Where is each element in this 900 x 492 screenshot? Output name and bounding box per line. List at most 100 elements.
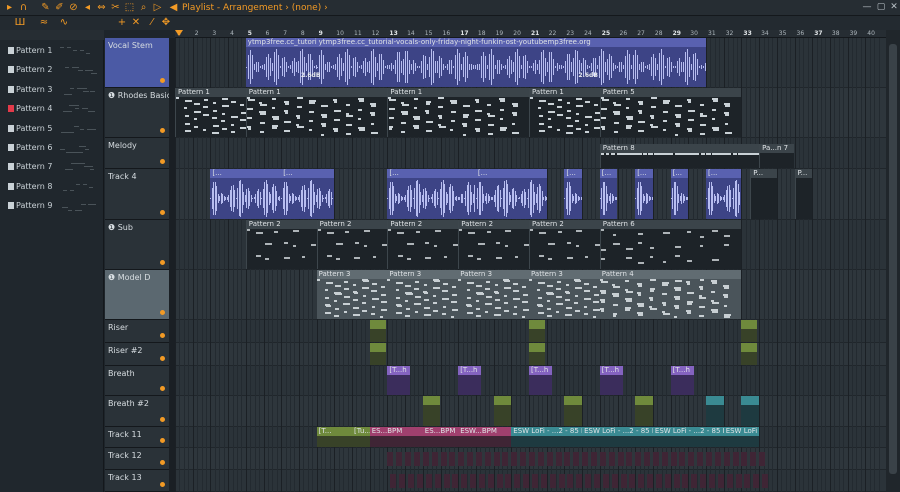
- small-audio-clip[interactable]: [399, 474, 406, 488]
- pattern-clip[interactable]: Pa...n 7: [759, 144, 795, 168]
- small-audio-clip[interactable]: [549, 474, 556, 488]
- pattern-clip[interactable]: Pattern 3: [387, 270, 459, 319]
- pattern-clip[interactable]: Pattern 2: [245, 220, 317, 269]
- audio-clip[interactable]: [...: [564, 169, 583, 219]
- draw-icon[interactable]: ✎: [40, 2, 51, 13]
- arrows-icon[interactable]: ✥: [160, 17, 172, 29]
- track-header[interactable]: Riser #2: [105, 343, 169, 366]
- small-audio-clip[interactable]: [537, 452, 544, 466]
- track-mute-led[interactable]: [160, 386, 165, 391]
- cross-icon[interactable]: ✕: [130, 17, 142, 29]
- audio-clip[interactable]: [...: [281, 169, 335, 219]
- small-audio-clip[interactable]: [493, 452, 500, 466]
- small-audio-clip[interactable]: [511, 452, 518, 466]
- vertical-scroll-thumb[interactable]: [889, 44, 897, 474]
- small-audio-clip[interactable]: [434, 474, 441, 488]
- small-audio-clip[interactable]: [714, 452, 721, 466]
- clip-header[interactable]: [564, 396, 583, 405]
- small-audio-clip[interactable]: [564, 452, 571, 466]
- speaker-icon[interactable]: ◀: [168, 2, 179, 13]
- clip-header[interactable]: [741, 320, 758, 329]
- piano-icon[interactable]: Ш: [14, 17, 26, 29]
- audio-clip[interactable]: [...: [670, 169, 689, 219]
- pattern-selector[interactable]: (none): [292, 3, 321, 13]
- small-audio-clip[interactable]: [723, 452, 730, 466]
- breath-clip[interactable]: [T...h: [458, 366, 482, 395]
- small-audio-clip[interactable]: [709, 474, 715, 488]
- breath2-clip[interactable]: [706, 396, 724, 426]
- small-audio-clip[interactable]: [443, 474, 450, 488]
- small-audio-clip[interactable]: [602, 474, 609, 488]
- track-mute-led[interactable]: [160, 438, 165, 443]
- small-audio-clip[interactable]: [505, 474, 512, 488]
- close-icon[interactable]: ✕: [889, 2, 899, 12]
- small-audio-clip[interactable]: [688, 452, 695, 466]
- track-mute-led[interactable]: [160, 159, 165, 164]
- pattern-clip[interactable]: Pattern 1: [245, 88, 388, 137]
- pattern-clip[interactable]: Pattern 1: [387, 88, 529, 137]
- pattern-clip[interactable]: Pattern 2: [387, 220, 459, 269]
- small-audio-clip[interactable]: [416, 474, 423, 488]
- pattern-clip[interactable]: P...: [750, 169, 777, 219]
- audio-clip[interactable]: [...: [635, 169, 653, 219]
- small-audio-clip[interactable]: [670, 452, 677, 466]
- small-audio-clip[interactable]: [452, 474, 459, 488]
- pattern-clip[interactable]: Pattern 2: [529, 220, 600, 269]
- small-audio-clip[interactable]: [673, 474, 680, 488]
- track-mute-led[interactable]: [160, 417, 165, 422]
- small-audio-clip[interactable]: [475, 452, 482, 466]
- breath2-clip[interactable]: [422, 396, 441, 426]
- track-header[interactable]: Breath: [105, 366, 169, 396]
- small-audio-clip[interactable]: [387, 452, 394, 466]
- track-header[interactable]: ❶ Model D: [105, 270, 169, 320]
- picker-pattern-item[interactable]: Pattern 5: [0, 120, 104, 139]
- small-audio-clip[interactable]: [502, 452, 509, 466]
- magnet-icon[interactable]: ∩: [18, 2, 29, 13]
- dash-icon[interactable]: ⁄: [146, 17, 158, 29]
- audio-clip[interactable]: ES...BPM: [422, 427, 459, 447]
- small-audio-clip[interactable]: [408, 474, 415, 488]
- audio-clip[interactable]: [...: [475, 169, 547, 219]
- track-mute-led[interactable]: [160, 356, 165, 361]
- small-audio-clip[interactable]: [467, 452, 474, 466]
- pattern-clip[interactable]: Pattern 3: [529, 270, 600, 319]
- pattern-clip[interactable]: Pattern 1: [175, 88, 246, 137]
- track-mute-led[interactable]: [160, 210, 165, 215]
- picker-pattern-item[interactable]: Pattern 9: [0, 197, 104, 216]
- small-audio-clip[interactable]: [700, 474, 707, 488]
- audio-clip[interactable]: [...: [706, 169, 742, 219]
- small-audio-clip[interactable]: [655, 474, 662, 488]
- small-audio-clip[interactable]: [529, 452, 535, 466]
- small-audio-clip[interactable]: [396, 452, 403, 466]
- pattern-clip[interactable]: Pattern 5: [599, 88, 742, 137]
- pattern-clip[interactable]: Pattern 3: [316, 270, 388, 319]
- timeline-ruler[interactable]: 1 2 3 4 5 6 7 8 9 10 11 12 13 14 15 16 17 18 19 20 21 22 23 24 2…: [175, 30, 886, 38]
- small-audio-clip[interactable]: [470, 474, 477, 488]
- small-audio-clip[interactable]: [496, 474, 503, 488]
- clip-header[interactable]: [422, 396, 441, 405]
- audio-clip-icon[interactable]: ≈: [38, 17, 50, 29]
- track-header[interactable]: Breath #2: [105, 396, 169, 427]
- clip-header[interactable]: [529, 320, 545, 329]
- small-audio-clip[interactable]: [405, 452, 412, 466]
- small-audio-clip[interactable]: [567, 474, 574, 488]
- minimize-icon[interactable]: —: [862, 2, 872, 12]
- audio-clip[interactable]: [...: [387, 169, 476, 219]
- small-audio-clip[interactable]: [590, 452, 597, 466]
- picker-pattern-item[interactable]: Pattern 3: [0, 81, 104, 100]
- clip-header[interactable]: [369, 320, 386, 329]
- track-mute-led[interactable]: [160, 482, 165, 487]
- picker-pattern-item[interactable]: Pattern 6: [0, 139, 104, 158]
- add-icon[interactable]: +: [116, 17, 128, 29]
- small-audio-clip[interactable]: [682, 474, 689, 488]
- small-audio-clip[interactable]: [652, 452, 659, 466]
- clip-header[interactable]: [706, 396, 724, 405]
- pattern-clip[interactable]: Pattern 2: [458, 220, 529, 269]
- track-header[interactable]: ❶ Sub: [105, 220, 169, 270]
- clip-header[interactable]: [635, 396, 653, 405]
- audio-clip[interactable]: ESW LoFi - ...2 - 85 BPM: [652, 427, 724, 447]
- maximize-icon[interactable]: ▢: [876, 2, 886, 12]
- clip-header[interactable]: [529, 343, 545, 352]
- delete-icon[interactable]: ⊘: [68, 2, 79, 13]
- small-audio-clip[interactable]: [611, 474, 618, 488]
